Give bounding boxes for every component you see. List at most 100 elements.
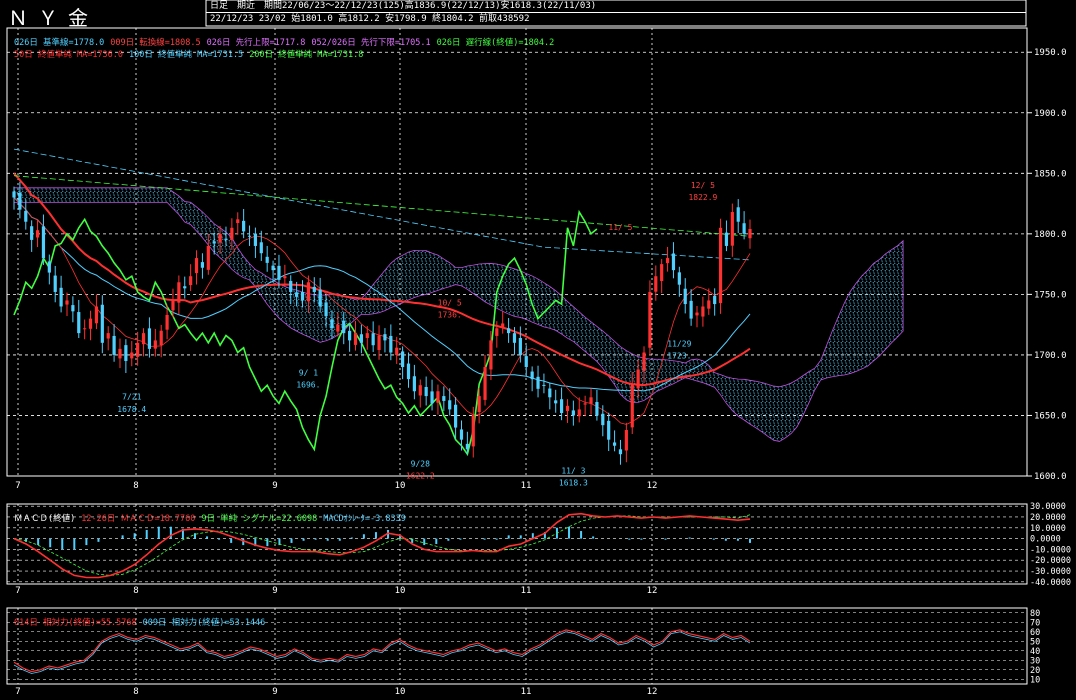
candle-body bbox=[624, 429, 628, 451]
price-annotation: 9/ 1 bbox=[299, 369, 318, 378]
candle-body bbox=[318, 289, 322, 307]
candle-body bbox=[595, 402, 599, 416]
candle-body bbox=[112, 335, 116, 355]
candle-body bbox=[253, 233, 258, 246]
candle-body bbox=[671, 253, 676, 271]
candle-body bbox=[465, 443, 469, 450]
macd-tick-label: 10.0000 bbox=[1030, 524, 1066, 534]
candle-body bbox=[41, 226, 46, 259]
candle-body bbox=[501, 323, 505, 327]
candle-body bbox=[548, 388, 552, 398]
candle-body bbox=[707, 300, 711, 309]
candle-body bbox=[489, 340, 493, 370]
rsi-tick-label: 20 bbox=[1030, 666, 1040, 676]
candle-body bbox=[106, 333, 110, 339]
month-label: 10 bbox=[395, 481, 406, 491]
candle-body bbox=[330, 319, 334, 329]
candle-body bbox=[206, 245, 210, 270]
candle-body bbox=[583, 403, 587, 405]
candle-body bbox=[524, 356, 528, 368]
candle-body bbox=[212, 241, 216, 244]
candle-body bbox=[677, 272, 681, 285]
candle-body bbox=[153, 340, 157, 349]
rsi-tick-label: 70 bbox=[1030, 618, 1040, 628]
month-label: 7 bbox=[15, 687, 20, 697]
price-annotation: 1618.3 bbox=[559, 479, 588, 488]
rsi-tick-label: 80 bbox=[1030, 609, 1040, 619]
month-label: 7 bbox=[15, 481, 20, 491]
candle-body bbox=[701, 306, 705, 317]
chart-window: ＮＹ金 日足 期近 期間22/06/23～22/12/23(125)高1836.… bbox=[0, 0, 1076, 700]
month-label: 8 bbox=[133, 687, 138, 697]
candle-body bbox=[695, 312, 699, 316]
ma200-line bbox=[13, 175, 751, 237]
candle-body bbox=[724, 232, 729, 246]
candle-body bbox=[359, 334, 363, 343]
candle-body bbox=[289, 280, 293, 292]
candle-body bbox=[430, 391, 434, 404]
candle-body bbox=[536, 376, 540, 389]
candle-body bbox=[230, 227, 234, 240]
candle-body bbox=[730, 212, 734, 246]
candle-body bbox=[136, 342, 140, 357]
candle-body bbox=[565, 405, 570, 412]
rsi-tick-label: 30 bbox=[1030, 656, 1040, 666]
rsi-tick-label: 50 bbox=[1030, 637, 1040, 647]
candle-body bbox=[177, 282, 181, 303]
candle-body bbox=[159, 330, 163, 346]
candle-body bbox=[736, 207, 740, 222]
candle-body bbox=[383, 334, 387, 341]
macd-tick-label: -10.0000 bbox=[1030, 545, 1071, 555]
candle-body bbox=[348, 330, 352, 341]
candle-body bbox=[236, 219, 240, 224]
macd-tick-label: -40.0000 bbox=[1030, 578, 1071, 588]
price-annotation: 12/ 5 bbox=[691, 181, 715, 190]
candle-body bbox=[300, 291, 305, 301]
panel-frame-0 bbox=[6, 27, 1028, 477]
price-tick-label: 1800.0 bbox=[1034, 230, 1067, 240]
candle-body bbox=[424, 386, 428, 397]
macd-tick-label: -30.0000 bbox=[1030, 567, 1071, 577]
month-label: 10 bbox=[395, 687, 406, 697]
candle-body bbox=[718, 227, 723, 304]
rsi-tick-label: 10 bbox=[1030, 675, 1040, 685]
candle-body bbox=[577, 409, 581, 417]
candle-body bbox=[554, 400, 558, 404]
candle-body bbox=[506, 328, 511, 334]
month-label: 9 bbox=[272, 586, 277, 596]
candle-body bbox=[30, 226, 34, 240]
candle-body bbox=[342, 320, 346, 334]
candle-body bbox=[406, 363, 411, 380]
candle-body bbox=[194, 258, 199, 274]
month-label: 8 bbox=[133, 481, 138, 491]
candle-body bbox=[83, 328, 87, 330]
macd-tick-label: 0.0000 bbox=[1030, 535, 1061, 545]
candle-body bbox=[277, 265, 281, 280]
candle-body bbox=[247, 235, 252, 237]
candle-body bbox=[218, 233, 222, 243]
price-tick-label: 1600.0 bbox=[1034, 472, 1067, 482]
price-tick-label: 1950.0 bbox=[1034, 48, 1067, 58]
price-annotation: 7/21 bbox=[122, 393, 141, 402]
month-label: 8 bbox=[133, 586, 138, 596]
price-annotation: 11/ 5 bbox=[608, 223, 632, 232]
price-annotation: 9/28 bbox=[411, 459, 430, 468]
candle-body bbox=[77, 312, 81, 334]
candle-body bbox=[418, 385, 422, 396]
candle-body bbox=[442, 396, 446, 401]
candle-body bbox=[124, 345, 128, 361]
candle-body bbox=[612, 442, 617, 446]
candle-body bbox=[200, 262, 205, 268]
candle-body bbox=[35, 230, 40, 238]
macd-tick-label: 30.0000 bbox=[1030, 502, 1066, 512]
candle-body bbox=[642, 352, 646, 371]
month-label: 10 bbox=[395, 586, 406, 596]
candle-body bbox=[630, 383, 634, 428]
candle-body bbox=[477, 396, 481, 413]
price-annotation: 11/29 bbox=[667, 339, 691, 348]
candle-body bbox=[618, 449, 623, 455]
price-annotation: 1736. bbox=[438, 310, 462, 319]
candle-body bbox=[389, 335, 393, 353]
rsi-tick-label: 60 bbox=[1030, 628, 1040, 638]
candle-body bbox=[601, 413, 605, 426]
